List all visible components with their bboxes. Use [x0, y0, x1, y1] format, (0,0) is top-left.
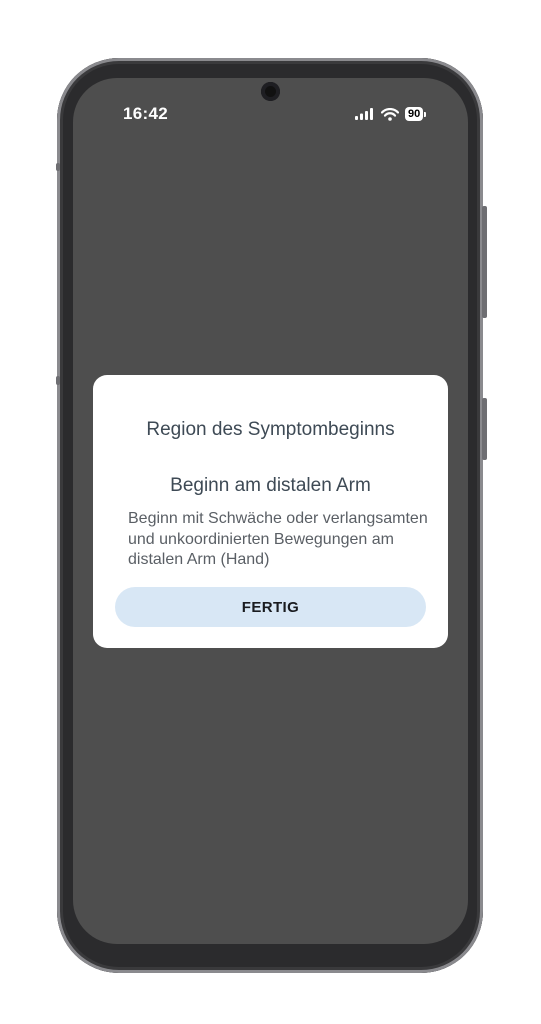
dialog-title: Region des Symptombeginns: [146, 419, 395, 440]
status-icons: 90: [355, 104, 427, 124]
volume-up-button: [482, 206, 487, 318]
battery-level: 90: [405, 107, 424, 121]
front-camera: [261, 82, 280, 101]
done-button[interactable]: FERTIG: [115, 587, 426, 627]
selected-option-title: Beginn am distalen Arm: [170, 475, 371, 496]
status-time: 16:42: [123, 104, 168, 123]
left-side-notch-2: [56, 376, 60, 385]
left-side-notch: [56, 163, 60, 171]
symptom-region-dialog: Region des Symptombeginns Beginn am dist…: [93, 375, 448, 648]
battery-tip: [424, 111, 427, 117]
power-button: [482, 398, 487, 460]
wifi-icon: [381, 107, 399, 121]
signal-icon: [355, 108, 373, 120]
selected-option-description: Beginn mit Schwäche oder verlangsamten u…: [128, 510, 428, 568]
battery-icon: 90: [405, 107, 427, 121]
